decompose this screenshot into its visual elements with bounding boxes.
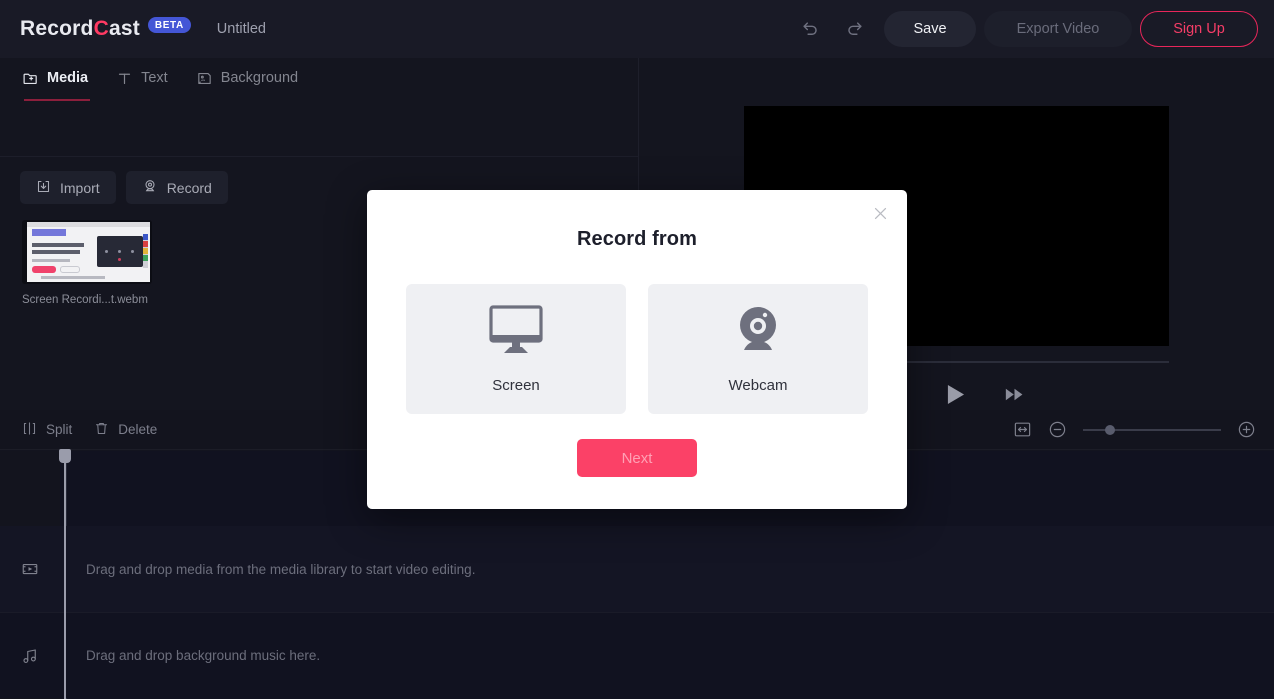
import-download-icon — [36, 179, 51, 197]
tab-background-label: Background — [220, 70, 299, 86]
tab-background[interactable]: Background — [196, 58, 298, 98]
option-screen[interactable]: Screen — [406, 284, 626, 414]
tab-text[interactable]: Text — [116, 58, 168, 98]
record-label: Record — [166, 179, 212, 196]
split-icon — [22, 421, 37, 439]
top-bar-actions: Save Export Video Sign Up — [788, 0, 1258, 58]
panel-divider — [0, 156, 638, 157]
monitor-screen-icon — [487, 304, 545, 361]
delete-button[interactable]: Delete — [94, 421, 157, 439]
import-label: Import — [60, 179, 100, 196]
media-list-item[interactable]: Screen Recordi...t.webm — [22, 220, 152, 306]
zoom-in-icon[interactable] — [1237, 420, 1256, 439]
timeline-zoom-slider[interactable] — [1083, 422, 1221, 438]
audio-track-hint: Drag and drop background music here. — [86, 648, 321, 663]
fast-forward-icon[interactable] — [1005, 388, 1024, 401]
beta-badge: BETA — [147, 17, 191, 33]
logo-c-accent: C — [93, 17, 109, 40]
video-track[interactable]: Drag and drop media from the media libra… — [0, 526, 1274, 612]
next-button[interactable]: Next — [577, 439, 697, 477]
sign-up-button[interactable]: Sign Up — [1140, 11, 1258, 47]
delete-label: Delete — [118, 422, 158, 437]
text-t-icon — [116, 70, 133, 87]
media-action-row: Import Record — [20, 171, 228, 204]
webcam-icon — [732, 304, 784, 361]
play-icon[interactable] — [946, 384, 965, 405]
audio-track[interactable]: Drag and drop background music here. — [0, 612, 1274, 698]
close-icon[interactable] — [863, 196, 897, 230]
music-note-icon — [0, 613, 60, 699]
fit-to-width-icon[interactable] — [1013, 420, 1032, 439]
tab-media-label: Media — [47, 70, 89, 86]
tab-media[interactable]: Media — [22, 58, 91, 101]
timeline-zoom-controls — [1013, 420, 1256, 439]
tab-text-label: Text — [141, 70, 168, 86]
export-video-button[interactable]: Export Video — [984, 11, 1132, 47]
modal-footer: Next — [367, 439, 907, 477]
video-track-hint: Drag and drop media from the media libra… — [86, 561, 476, 577]
save-button[interactable]: Save — [884, 11, 976, 47]
undo-icon[interactable] — [793, 12, 827, 46]
logo-suffix: ast — [108, 17, 140, 40]
trash-icon — [94, 421, 109, 439]
zoom-out-icon[interactable] — [1048, 420, 1067, 439]
recordcast-app: Record Cast BETA Untitled Save Export Vid… — [0, 0, 1274, 699]
split-button[interactable]: Split — [22, 421, 72, 439]
option-webcam[interactable]: Webcam — [648, 284, 868, 414]
top-bar: Record Cast BETA Untitled Save Export Vid… — [0, 0, 1274, 58]
option-screen-label: Screen — [492, 377, 540, 394]
webcam-record-icon — [142, 178, 158, 197]
option-webcam-label: Webcam — [728, 377, 788, 394]
record-button[interactable]: Record — [125, 171, 228, 204]
document-title[interactable]: Untitled — [217, 21, 266, 37]
split-label: Split — [46, 422, 73, 437]
zoom-slider-handle[interactable] — [1105, 424, 1115, 435]
modal-title: Record from — [576, 228, 697, 250]
video-track-icon — [0, 526, 60, 612]
folder-add-icon — [22, 70, 39, 87]
brand-logo[interactable]: Record Cast BETA — [20, 17, 191, 41]
record-source-options: Screen Webcam — [367, 284, 907, 414]
media-item-name: Screen Recordi...t.webm — [22, 294, 148, 306]
media-thumbnail — [22, 220, 152, 284]
record-from-modal: Record from Screen Webcam Next — [367, 190, 907, 509]
background-image-icon — [196, 70, 213, 87]
redo-icon[interactable] — [837, 12, 871, 46]
logo-prefix: Record — [20, 17, 94, 40]
logo-text: Record Cast — [20, 17, 140, 41]
timeline-playhead[interactable] — [59, 449, 71, 699]
media-tabs: Media Text Background — [0, 58, 638, 101]
import-button[interactable]: Import — [20, 171, 116, 204]
